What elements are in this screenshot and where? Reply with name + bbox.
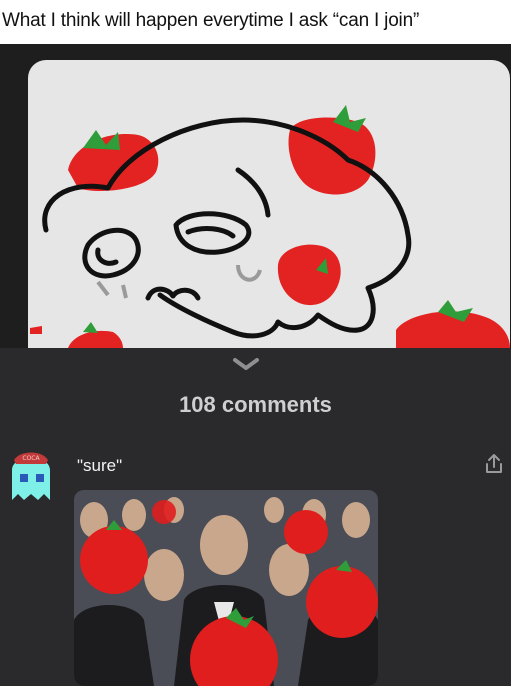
comments-count[interactable]: 108 comments	[0, 392, 511, 418]
skull-teeth	[96, 280, 128, 299]
caption-bar: What I think will happen everytime I ask…	[0, 0, 511, 44]
comment-image[interactable]	[74, 490, 378, 686]
tomato-right	[277, 244, 341, 306]
comment-text: "sure"	[77, 456, 123, 475]
tomato-bottom-right	[396, 300, 510, 348]
skull-drawing	[30, 105, 510, 348]
meme-crowd-image	[74, 490, 378, 686]
chevron-down-icon[interactable]	[231, 356, 261, 372]
post-image[interactable]	[28, 60, 510, 348]
pacman-ghost-icon: COCA	[12, 452, 50, 500]
commenter-avatar[interactable]: COCA	[6, 446, 56, 508]
post-caption: What I think will happen everytime I ask…	[2, 10, 420, 31]
share-icon[interactable]	[483, 452, 505, 476]
tomato-bottom-left	[30, 322, 123, 348]
skull-nose	[236, 264, 262, 282]
svg-text:COCA: COCA	[22, 455, 40, 462]
